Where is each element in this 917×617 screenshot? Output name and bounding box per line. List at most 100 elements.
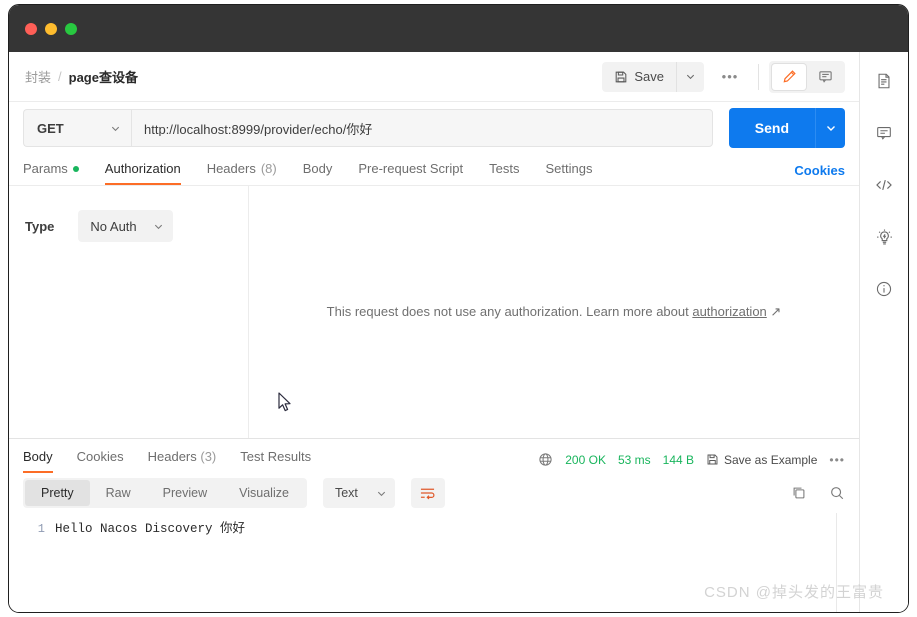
authorization-panel: Type No Auth This request does not use a… <box>9 186 859 438</box>
url-input[interactable] <box>144 120 700 136</box>
response-body-text: Hello Nacos Discovery 你好 <box>55 522 246 536</box>
close-window-button[interactable] <box>25 22 37 35</box>
response-vertical-divider <box>836 513 837 612</box>
response-language-value: Text <box>334 486 358 500</box>
header-actions: Save ••• <box>602 60 845 93</box>
tab-pre-request-script[interactable]: Pre-request Script <box>358 161 463 185</box>
save-as-example-button[interactable]: Save as Example <box>706 453 817 467</box>
save-button[interactable]: Save <box>602 61 676 92</box>
minimize-window-button[interactable] <box>45 22 57 35</box>
response-meta: 200 OK 53 ms 144 B Save as Example ••• <box>538 452 845 473</box>
send-button-group: Send <box>728 108 845 148</box>
mock-lightbulb-icon[interactable] <box>867 220 901 254</box>
cookies-link[interactable]: Cookies <box>794 163 845 185</box>
edit-request-button[interactable] <box>772 63 806 90</box>
response-line-numbers: 1 <box>37 522 45 536</box>
right-sidebar <box>860 52 908 612</box>
breadcrumb-separator: / <box>58 69 62 84</box>
response-language-select[interactable]: Text <box>322 478 395 508</box>
globe-icon[interactable] <box>538 452 553 467</box>
app-window: 封装 / page查设备 Save ••• GET http://localho… <box>8 4 909 613</box>
response-tab-body[interactable]: Body <box>23 449 53 473</box>
info-icon[interactable] <box>867 272 901 306</box>
save-button-label: Save <box>634 69 664 84</box>
header-toggle-group <box>769 60 845 93</box>
params-modified-dot <box>72 165 79 172</box>
tab-settings[interactable]: Settings <box>545 161 592 185</box>
tab-headers-count: (8) <box>260 161 277 176</box>
response-toolbar: Pretty Raw Preview Visualize Text <box>9 473 859 513</box>
tab-body[interactable]: Body <box>303 161 333 185</box>
response-tab-headers[interactable]: Headers (3) <box>148 449 217 473</box>
format-pretty[interactable]: Pretty <box>25 480 90 506</box>
response-body-viewer[interactable]: 1 Hello Nacos Discovery 你好 <box>9 513 859 612</box>
search-icon[interactable] <box>829 485 845 501</box>
response-tab-test-results[interactable]: Test Results <box>240 449 311 473</box>
window-titlebar <box>9 5 908 52</box>
send-button[interactable]: Send <box>728 108 815 148</box>
tab-body-label: Body <box>302 161 333 176</box>
authorization-type-column: Type No Auth <box>9 186 249 438</box>
response-format-group: Pretty Raw Preview Visualize <box>23 478 307 508</box>
pencil-icon <box>782 69 797 84</box>
tab-params-label: Params <box>23 161 68 176</box>
authorization-message-column: This request does not use any authorizat… <box>249 186 859 438</box>
authorization-type-select[interactable]: No Auth <box>78 210 174 242</box>
response-size: 144 B <box>662 452 694 467</box>
request-header: 封装 / page查设备 Save ••• <box>9 52 859 102</box>
authorization-learn-more-link[interactable]: authorization <box>692 304 766 319</box>
tab-tests[interactable]: Tests <box>489 161 519 185</box>
chevron-down-icon <box>110 123 121 134</box>
format-raw[interactable]: Raw <box>90 480 147 506</box>
copy-icon[interactable] <box>791 485 807 501</box>
authorization-message: This request does not use any authorizat… <box>327 304 782 320</box>
comment-request-button[interactable] <box>808 64 842 90</box>
authorization-message-text: This request does not use any authorizat… <box>326 304 693 319</box>
format-preview[interactable]: Preview <box>147 480 223 506</box>
http-method-select[interactable]: GET <box>23 109 131 147</box>
tab-pre-request-script-label: Pre-request Script <box>358 161 464 176</box>
url-input-wrapper <box>131 109 713 147</box>
documentation-icon[interactable] <box>867 64 901 98</box>
chevron-down-icon <box>376 488 387 499</box>
save-button-group: Save <box>602 61 704 92</box>
comment-icon[interactable] <box>867 116 901 150</box>
request-tabs: Params Authorization Headers (8) Body Pr… <box>9 154 859 186</box>
authorization-type-label: Type <box>25 219 55 234</box>
url-row: GET Send <box>9 102 859 154</box>
code-icon[interactable] <box>867 168 901 202</box>
maximize-window-button[interactable] <box>65 22 77 35</box>
response-section: Body Cookies Headers (3) Test Results 20… <box>9 438 859 612</box>
breadcrumb: 封装 / page查设备 <box>25 67 138 86</box>
response-tab-body-label: Body <box>23 449 53 464</box>
external-link-arrow-icon: ↗ <box>766 304 782 319</box>
tab-headers-label: Headers <box>206 161 256 176</box>
save-icon <box>614 70 628 84</box>
response-tab-cookies-label: Cookies <box>76 449 124 464</box>
response-tab-headers-label: Headers <box>147 449 197 464</box>
breadcrumb-current: page查设备 <box>68 70 138 85</box>
format-visualize[interactable]: Visualize <box>223 480 305 506</box>
response-tab-cookies[interactable]: Cookies <box>77 449 124 473</box>
response-tab-headers-count: (3) <box>200 449 217 464</box>
header-more-options-button[interactable]: ••• <box>712 62 748 92</box>
response-tabs: Body Cookies Headers (3) Test Results 20… <box>9 439 859 473</box>
response-tools-right <box>791 485 845 501</box>
breadcrumb-parent[interactable]: 封装 <box>25 67 51 86</box>
comment-icon <box>818 69 833 84</box>
save-options-caret[interactable] <box>676 61 704 92</box>
tab-settings-label: Settings <box>545 161 593 176</box>
response-more-options-button[interactable]: ••• <box>829 453 845 467</box>
chevron-down-icon <box>153 221 164 232</box>
tab-params[interactable]: Params <box>23 161 79 185</box>
tab-authorization-label: Authorization <box>104 161 181 176</box>
response-tab-test-results-label: Test Results <box>240 449 312 464</box>
tab-authorization[interactable]: Authorization <box>104 161 181 185</box>
save-icon <box>706 453 719 466</box>
window-body: 封装 / page查设备 Save ••• GET http://localho… <box>9 52 908 612</box>
tab-tests-label: Tests <box>489 161 520 176</box>
tab-headers[interactable]: Headers (8) <box>207 161 277 185</box>
save-as-example-label: Save as Example <box>724 452 818 467</box>
wrap-text-button[interactable] <box>410 478 445 508</box>
send-options-caret[interactable] <box>815 108 845 148</box>
